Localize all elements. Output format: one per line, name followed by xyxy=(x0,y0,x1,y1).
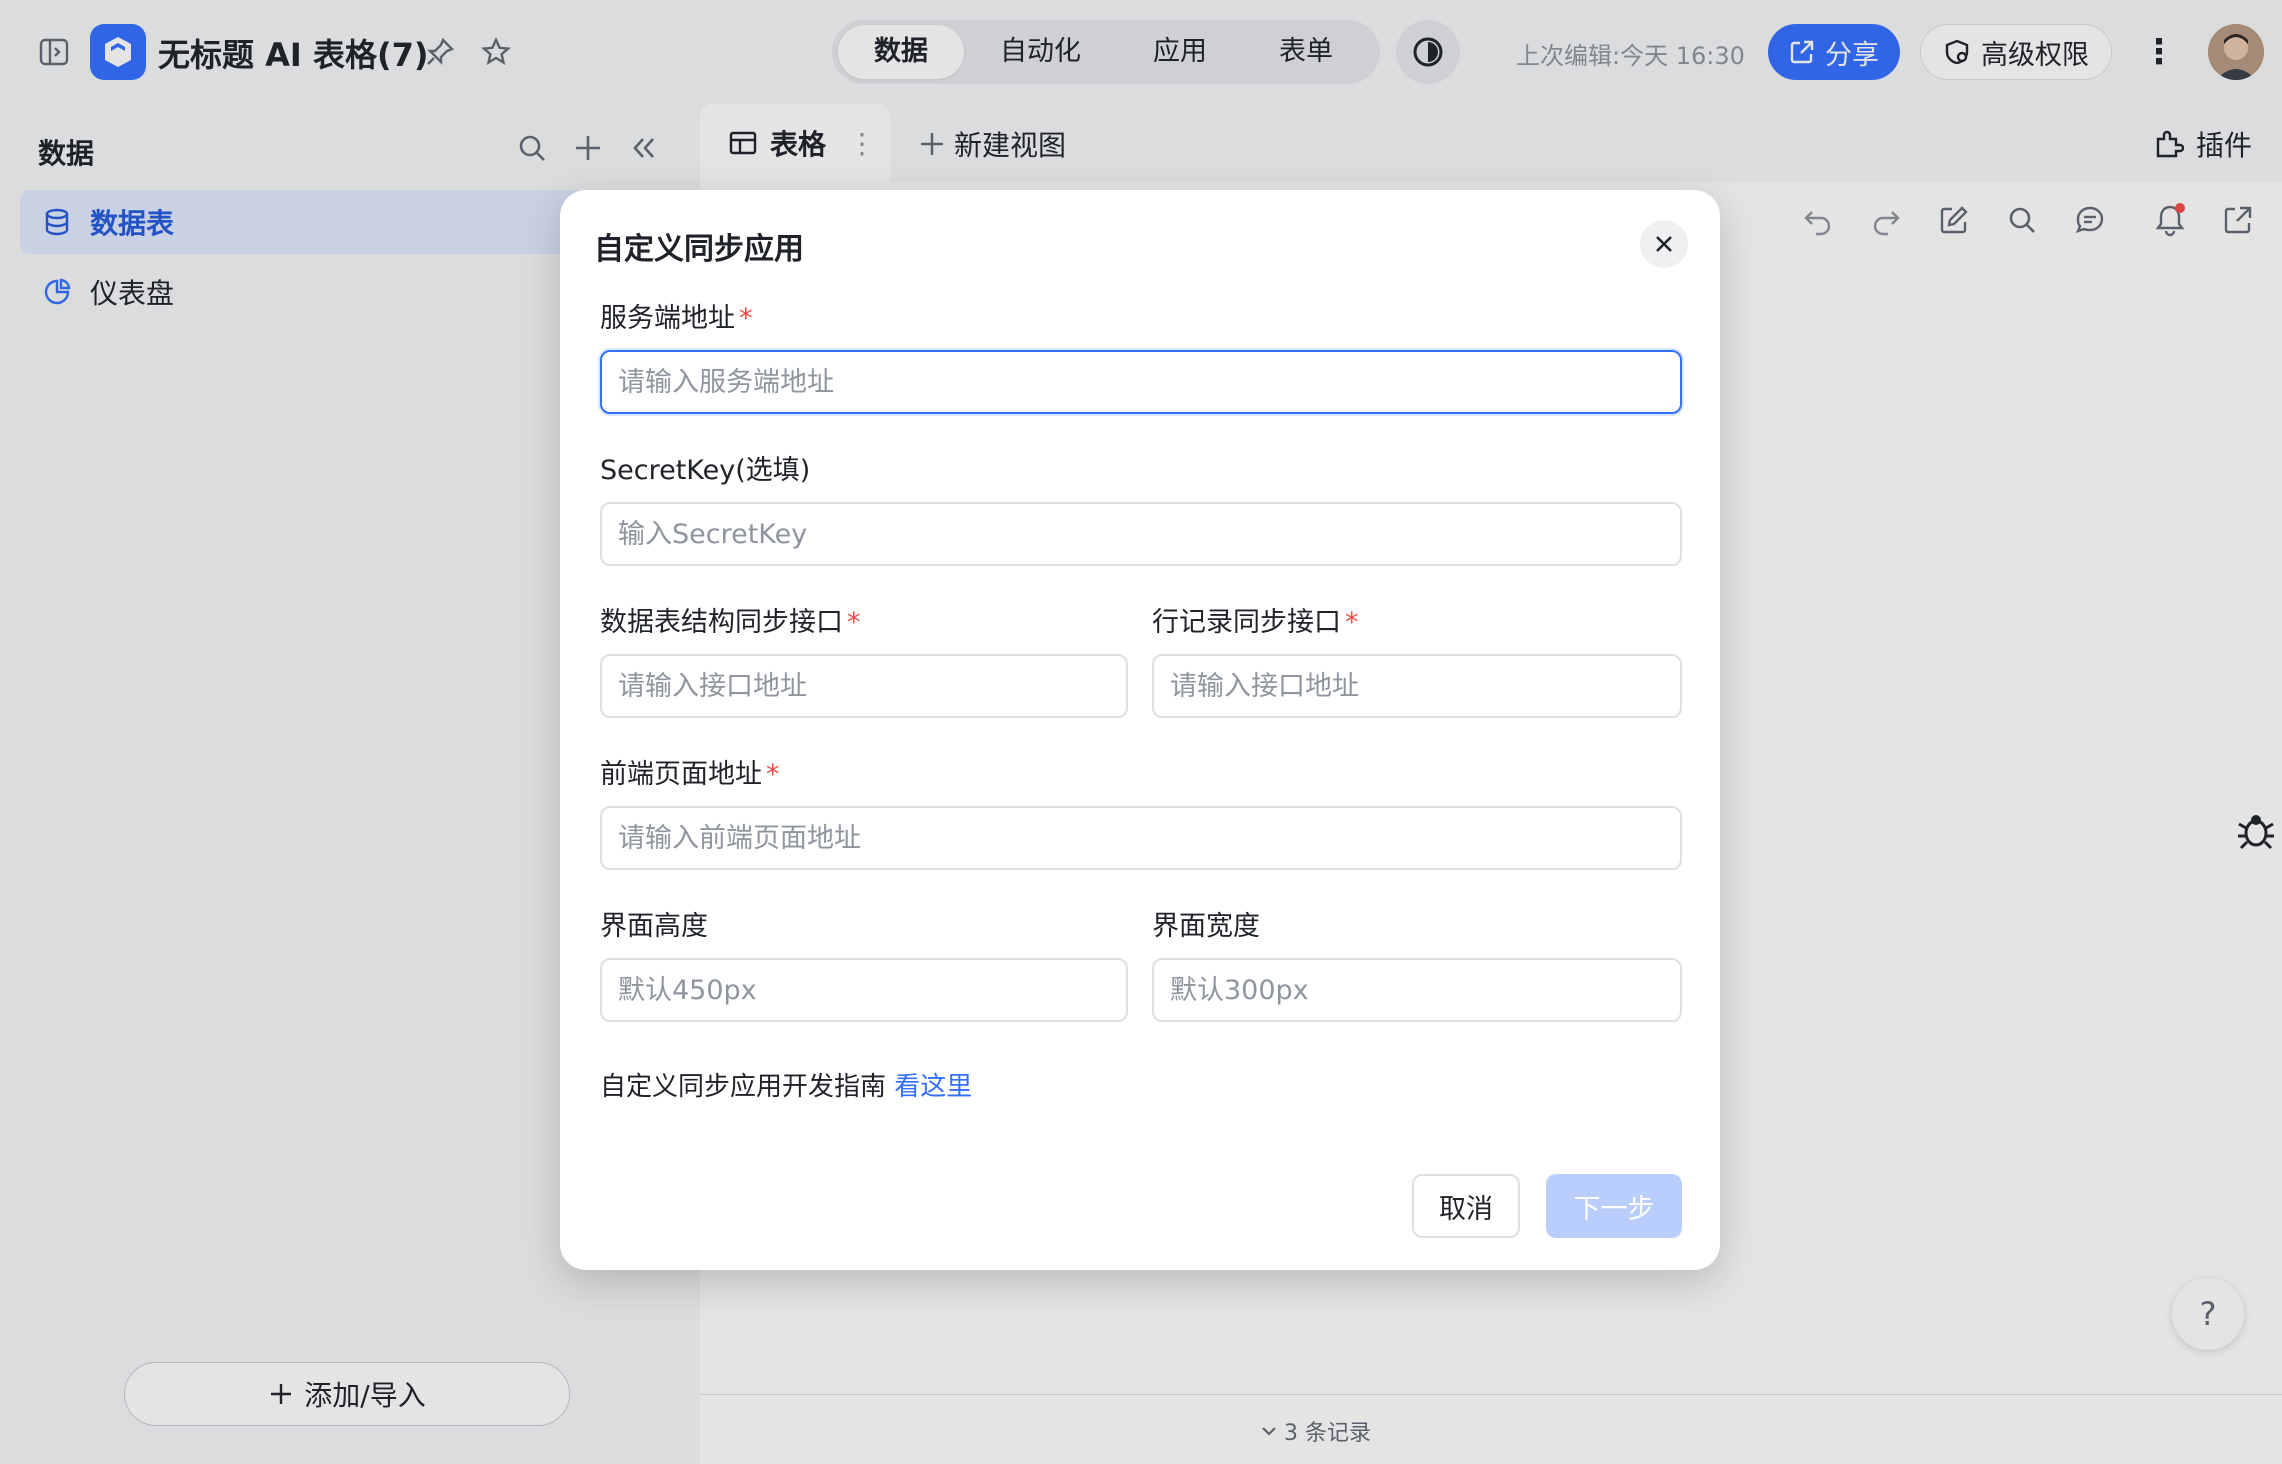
dev-guide-text: 自定义同步应用开发指南 xyxy=(600,1072,887,1102)
close-icon xyxy=(1656,236,1672,252)
schema-api-label: 数据表结构同步接口 * xyxy=(600,607,861,638)
server-url-label: 服务端地址 * xyxy=(600,303,753,334)
secret-key-input[interactable] xyxy=(600,502,1682,566)
schema-api-input[interactable] xyxy=(600,654,1128,718)
next-step-button[interactable]: 下一步 xyxy=(1546,1174,1682,1238)
required-mark: * xyxy=(847,607,861,638)
ui-width-input[interactable] xyxy=(1152,958,1682,1022)
custom-sync-app-dialog: 自定义同步应用 服务端地址* SecretKey(选填) 数据表结构同步接口* … xyxy=(560,190,1720,1270)
ui-width-label: 界面宽度 xyxy=(1152,911,1260,942)
dialog-title: 自定义同步应用 xyxy=(594,232,804,267)
required-mark: * xyxy=(1345,607,1359,638)
record-api-label: 行记录同步接口 * xyxy=(1152,607,1359,638)
dev-guide: 自定义同步应用开发指南 看这里 xyxy=(600,1066,972,1103)
frontend-url-input[interactable] xyxy=(600,806,1682,870)
frontend-url-label: 前端页面地址 * xyxy=(600,759,780,790)
dev-guide-link[interactable]: 看这里 xyxy=(894,1072,972,1102)
ui-height-input[interactable] xyxy=(600,958,1128,1022)
record-api-input[interactable] xyxy=(1152,654,1682,718)
ui-height-label: 界面高度 xyxy=(600,911,708,942)
cancel-button[interactable]: 取消 xyxy=(1412,1174,1520,1238)
required-mark: * xyxy=(739,303,753,334)
required-mark: * xyxy=(766,759,780,790)
secret-key-label: SecretKey(选填) xyxy=(600,455,811,486)
server-url-input[interactable] xyxy=(600,350,1682,414)
close-button[interactable] xyxy=(1640,220,1688,268)
